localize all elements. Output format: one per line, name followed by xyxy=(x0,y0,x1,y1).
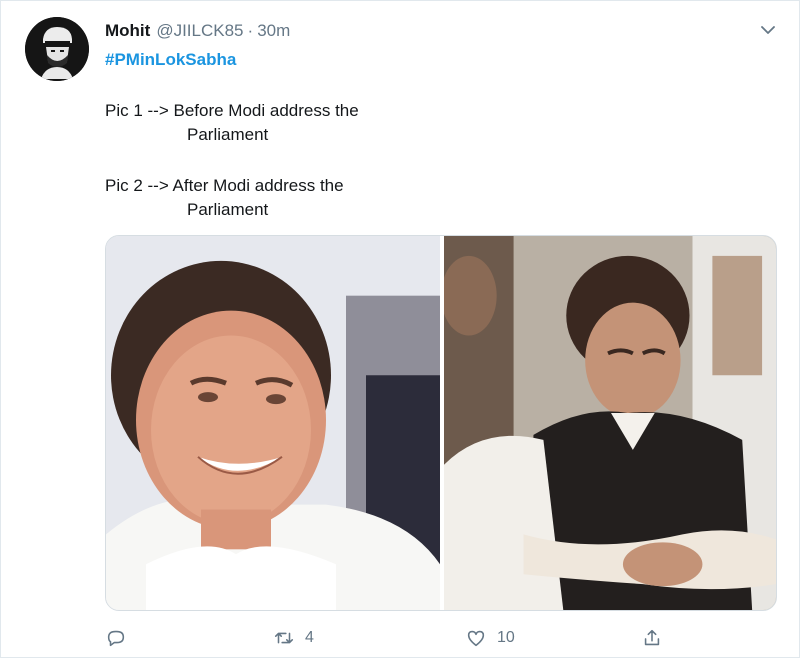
like-count: 10 xyxy=(497,629,515,646)
retweet-count: 4 xyxy=(305,629,314,646)
separator-dot: · xyxy=(247,21,254,40)
reply-icon xyxy=(107,630,125,647)
hashtag-link[interactable]: #PMinLokSabha xyxy=(105,50,236,70)
tweet-actions: 4 10 xyxy=(105,623,777,653)
media-image-1[interactable] xyxy=(106,236,440,610)
avatar-illustration xyxy=(25,17,89,81)
tweet-card: Mohit @JIILCK85 · 30m #PMinLokSabha Pic … xyxy=(0,0,800,658)
like-button[interactable]: 10 xyxy=(465,623,515,653)
media-image-2[interactable] xyxy=(444,236,776,610)
smiling-man-photo xyxy=(106,236,440,610)
tweet-media[interactable] xyxy=(105,235,777,611)
tweet-text-line-2: Parliament xyxy=(187,125,269,144)
author-handle[interactable]: @JIILCK85 xyxy=(156,21,243,41)
heart-icon xyxy=(467,630,485,647)
tweet-time[interactable]: 30m xyxy=(257,21,290,41)
user-avatar[interactable] xyxy=(25,17,89,81)
tweet-text-line-4: Parliament xyxy=(187,200,269,219)
chevron-down-icon[interactable] xyxy=(757,19,779,41)
retweet-icon xyxy=(274,632,294,644)
retweet-button[interactable]: 4 xyxy=(273,623,314,653)
share-icon xyxy=(644,629,660,646)
share-button[interactable] xyxy=(641,623,663,653)
author-name[interactable]: Mohit xyxy=(105,21,150,41)
tweet-header: Mohit @JIILCK85 · 30m xyxy=(105,21,290,41)
reply-button[interactable] xyxy=(105,623,137,653)
sad-man-photo xyxy=(444,236,776,610)
tweet-text-line-3: Pic 2 --> After Modi address the xyxy=(105,176,344,195)
tweet-text-line-1: Pic 1 --> Before Modi address the xyxy=(105,101,359,120)
